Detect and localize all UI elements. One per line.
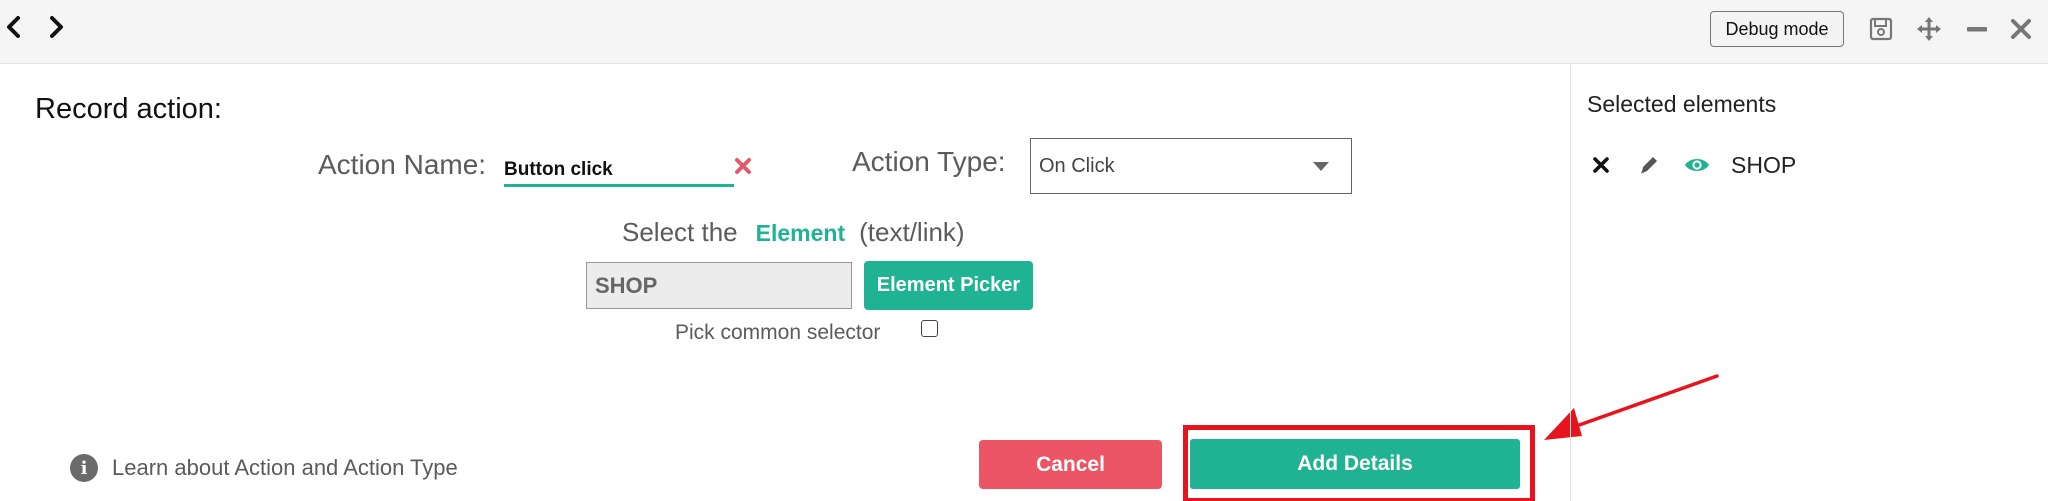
clear-action-name-button[interactable] [732, 155, 754, 177]
close-icon [2011, 19, 2031, 39]
selected-element-label: SHOP [1731, 151, 1797, 178]
chevron-left-icon [7, 16, 20, 38]
forward-button[interactable] [42, 12, 70, 42]
element-picker-button[interactable]: Element Picker [864, 261, 1033, 310]
selected-element-input[interactable] [586, 262, 852, 309]
common-selector-checkbox[interactable] [921, 320, 938, 337]
remove-element-button[interactable] [1587, 151, 1615, 179]
pencil-icon [1641, 157, 1657, 174]
select-prefix-text: Select the [622, 217, 738, 247]
cancel-button[interactable]: Cancel [979, 440, 1162, 489]
select-suffix-text: (text/link) [859, 217, 965, 247]
page-title: Record action: [35, 93, 222, 125]
add-details-button[interactable]: Add Details [1190, 439, 1520, 489]
minimize-button[interactable] [1962, 14, 1992, 44]
view-element-button[interactable] [1683, 151, 1711, 179]
selected-elements-title: Selected elements [1587, 91, 1777, 117]
save-icon [1869, 17, 1893, 41]
element-word: Element [755, 220, 846, 246]
action-type-label: Action Type: [852, 146, 1006, 177]
action-name-field[interactable] [504, 153, 734, 187]
top-toolbar: Debug mode [0, 0, 2048, 64]
info-icon: i [70, 454, 98, 482]
learn-link-label: Learn about Action and Action Type [112, 455, 458, 480]
edit-element-button[interactable] [1635, 151, 1663, 179]
move-button[interactable] [1914, 14, 1944, 44]
common-selector-label: Pick common selector [675, 321, 881, 344]
back-button[interactable] [0, 12, 28, 42]
action-name-label: Action Name: [318, 149, 487, 180]
caret-down-icon [1313, 162, 1329, 171]
selected-element-row: SHOP [1587, 151, 1796, 179]
close-icon [735, 158, 751, 174]
action-type-select[interactable]: On Click [1030, 138, 1352, 194]
close-icon [1593, 157, 1609, 173]
chevron-right-icon [50, 16, 63, 38]
learn-link[interactable]: i Learn about Action and Action Type [70, 454, 458, 482]
move-icon [1917, 17, 1941, 41]
action-name-input[interactable] [504, 153, 734, 183]
save-button[interactable] [1866, 14, 1896, 44]
record-action-panel: Record action: Action Name: Action Type:… [0, 65, 1719, 501]
minimize-icon [1967, 27, 1987, 32]
action-type-value: On Click [1039, 155, 1115, 177]
eye-icon [1685, 159, 1709, 171]
selected-elements-panel: Selected elements SHOP [1570, 65, 2048, 501]
close-button[interactable] [2006, 14, 2036, 44]
debug-mode-button[interactable]: Debug mode [1710, 11, 1844, 47]
select-element-heading: Select the Element (text/link) [622, 217, 965, 248]
